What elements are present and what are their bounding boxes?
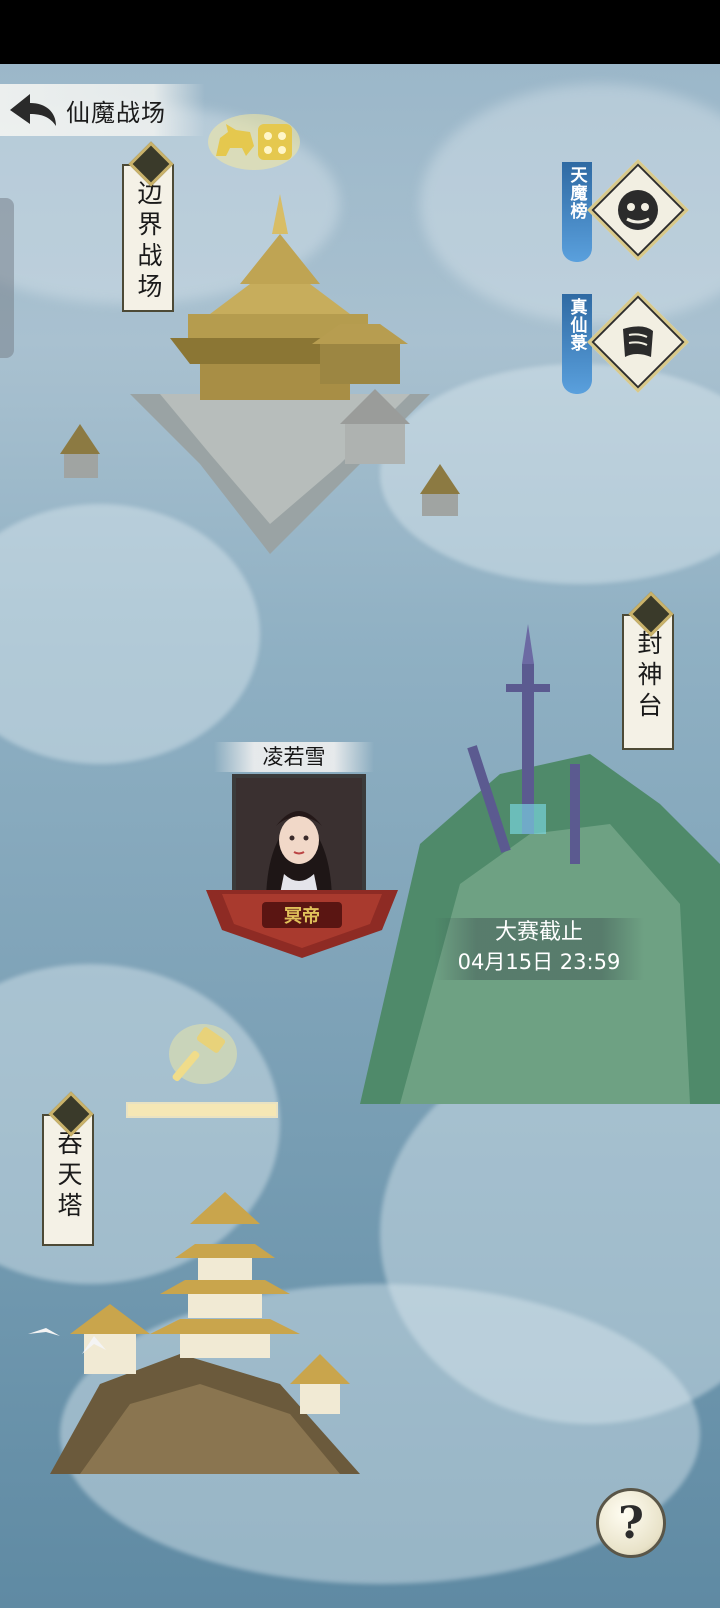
mount-reward-icon[interactable]: [206, 112, 300, 172]
hammer-icon[interactable]: [168, 1022, 238, 1086]
back-button[interactable]: [0, 84, 66, 136]
immortal-scroll-icon: [608, 312, 668, 372]
deadline-label: 大赛截止: [494, 920, 583, 945]
fengshen-platform-banner[interactable]: 封神台: [622, 614, 674, 750]
help-button[interactable]: ?: [596, 1488, 666, 1558]
side-drawer-handle[interactable]: [0, 198, 14, 358]
true-immortal-label: 真仙菉: [566, 298, 587, 352]
fengshen-platform-label: 封神台: [634, 630, 663, 723]
deadline-time: 04月15日 23:59: [457, 950, 621, 974]
true-immortal-rank-button[interactable]: 真仙菉: [562, 291, 689, 404]
tuntian-tower-label: 吞天塔: [54, 1130, 83, 1223]
tuntian-tower-banner[interactable]: 吞天塔: [42, 1114, 94, 1246]
border-battlefield-banner[interactable]: 边界战场: [122, 164, 174, 312]
status-bar: [0, 0, 720, 64]
tower-progress-fill: [128, 1104, 276, 1116]
border-battlefield-label: 边界战场: [134, 180, 163, 304]
crane-birds-decoration: [28, 1328, 106, 1354]
demon-rank-button[interactable]: 天魔榜: [562, 159, 689, 272]
character-name: 凌若雪: [214, 742, 374, 772]
top-header: 仙魔战场: [0, 84, 205, 136]
demon-rank-label: 天魔榜: [566, 166, 587, 220]
character-title: 冥帝: [284, 905, 320, 927]
true-immortal-tag: 真仙菉: [562, 294, 592, 394]
demon-face-icon: [608, 180, 668, 240]
event-deadline: 大赛截止 04月15日 23:59: [434, 918, 644, 980]
page-title: 仙魔战场: [66, 98, 166, 127]
character-title-badge: 冥帝: [202, 880, 402, 960]
back-arrow-icon: [10, 94, 56, 126]
tower-progress-bar: [126, 1102, 278, 1118]
floating-palace-illustration[interactable]: [50, 174, 510, 574]
demon-rank-tag: 天魔榜: [562, 162, 592, 262]
